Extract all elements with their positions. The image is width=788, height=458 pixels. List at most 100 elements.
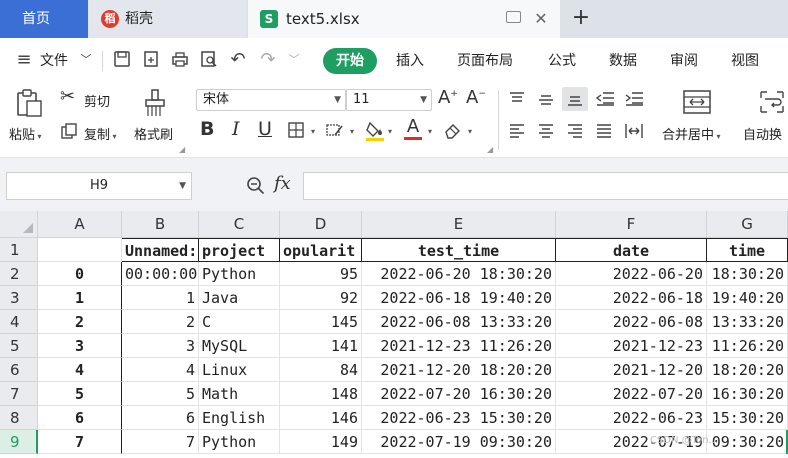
cell-b7[interactable]: 5 [122,382,199,406]
header-cell-f[interactable]: date [556,238,707,262]
cell-g3[interactable]: 19:40:20 [707,286,788,310]
header-cell-e[interactable]: test_time [362,238,556,262]
merge-center-button[interactable]: 合并居中 ▾ [662,124,721,143]
eraser-icon[interactable] [443,121,463,142]
cell-b8[interactable]: 6 [122,406,199,430]
auto-wrap-icon[interactable] [758,89,786,118]
underline-icon[interactable]: U [258,120,272,139]
cell-d3[interactable]: 92 [280,286,362,310]
paste-button[interactable]: 粘贴 ▾ [9,124,42,143]
cell-d4[interactable]: 145 [280,310,362,334]
cell-c3[interactable]: Java [199,286,280,310]
close-tab-icon[interactable]: ✕ [531,0,551,38]
select-all-corner[interactable] [0,211,38,238]
column-header-a[interactable]: A [38,211,122,238]
redo-icon[interactable]: ↷ [258,50,278,70]
merge-center-icon[interactable] [682,89,712,118]
cell-a4[interactable]: 2 [38,310,122,334]
cell-c8[interactable]: English [199,406,280,430]
menu-formula[interactable]: 公式 [548,38,576,84]
menu-review[interactable]: 审阅 [670,38,698,84]
cell-g8[interactable]: 15:30:20 [707,406,788,430]
align-middle-icon[interactable] [537,90,555,111]
cell-d5[interactable]: 141 [280,334,362,358]
tab-home[interactable]: 首页 [0,0,88,38]
format-painter-button[interactable]: 格式刷 [134,124,173,143]
cell-b2[interactable]: 00:00:00 [122,262,199,286]
fill-color-dropdown-icon[interactable]: ▾ [388,128,392,136]
row-header-4[interactable]: 4 [0,310,38,334]
print-preview-icon[interactable] [199,50,219,70]
paste-icon[interactable] [14,88,44,121]
cell-style-dropdown-icon[interactable]: ▾ [350,128,354,136]
row-header-2[interactable]: 2 [0,262,38,286]
fill-color-icon[interactable] [365,120,385,145]
column-header-b[interactable]: B [122,211,199,238]
cell-a6[interactable]: 4 [38,358,122,382]
cell-a3[interactable]: 1 [38,286,122,310]
cell-a2[interactable]: 0 [38,262,122,286]
bold-icon[interactable]: B [200,120,214,139]
format-painter-icon[interactable] [142,88,168,121]
cell-c5[interactable]: MySQL [199,334,280,358]
auto-wrap-button[interactable]: 自动换 [743,124,782,143]
cell-d9[interactable]: 149 [280,430,362,454]
cell-f5[interactable]: 2021-12-23 [556,334,707,358]
row-header-8[interactable]: 8 [0,406,38,430]
align-bottom-icon[interactable] [562,87,588,111]
cell-b6[interactable]: 4 [122,358,199,382]
cell-a7[interactable]: 5 [38,382,122,406]
new-tab-button[interactable]: + [568,0,594,38]
tab-file[interactable]: S text5.xlsx ✕ [248,0,560,38]
cell-b3[interactable]: 1 [122,286,199,310]
header-cell-c[interactable]: project [199,238,280,262]
cell-b9[interactable]: 7 [122,430,199,454]
cell-c2[interactable]: Python [199,262,280,286]
distributed-align-icon[interactable] [624,122,644,143]
cell-g7[interactable]: 16:30:20 [707,382,788,406]
tab-docer[interactable]: 稻 稻壳 [89,0,246,38]
monitor-icon[interactable] [506,11,521,23]
cell-e5[interactable]: 2021-12-23 11:26:20 [362,334,556,358]
cell-f7[interactable]: 2022-07-20 [556,382,707,406]
formula-input[interactable] [303,172,788,200]
header-cell-b[interactable]: Unnamed: [122,238,199,262]
header-cell-d[interactable]: opularit [280,238,362,262]
column-header-g[interactable]: G [707,211,788,238]
row-header-3[interactable]: 3 [0,286,38,310]
cell-c4[interactable]: C [199,310,280,334]
align-top-icon[interactable] [508,90,526,111]
row-header-1[interactable]: 1 [0,238,38,262]
font-color-icon[interactable]: A [404,118,422,140]
cell-c7[interactable]: Math [199,382,280,406]
cell-e3[interactable]: 2022-06-18 19:40:20 [362,286,556,310]
spreadsheet-grid[interactable]: A B C D E F G 1 2 3 4 5 6 7 8 9 Unnamed: project opularit t… [0,211,788,458]
italic-icon[interactable]: I [232,120,240,139]
menu-page-layout[interactable]: 页面布局 [457,38,513,84]
cell-e6[interactable]: 2021-12-20 18:20:20 [362,358,556,382]
cell-f6[interactable]: 2021-12-20 [556,358,707,382]
cell-b5[interactable]: 3 [122,334,199,358]
align-center-icon[interactable] [537,122,555,143]
borders-dropdown-icon[interactable]: ▾ [311,128,315,136]
clipboard-group-expand-icon[interactable]: ◢ [179,146,185,154]
cell-d7[interactable]: 148 [280,382,362,406]
cell-e4[interactable]: 2022-06-08 13:33:20 [362,310,556,334]
cut-button[interactable]: 剪切 [84,91,110,110]
undo-icon[interactable]: ↶ [228,50,248,70]
cell-d2[interactable]: 95 [280,262,362,286]
redo-dropdown-icon[interactable]: ﹀ [284,50,304,70]
cell-g4[interactable]: 13:33:20 [707,310,788,334]
increase-indent-icon[interactable] [624,90,644,111]
font-name-select[interactable]: 宋体 ▼ [196,89,346,111]
header-cell-g[interactable]: time [707,238,788,262]
cell-a1[interactable] [38,238,122,262]
cell-f2[interactable]: 2022-06-20 [556,262,707,286]
fx-icon[interactable]: fx [274,175,291,193]
cell-e8[interactable]: 2022-06-23 15:30:20 [362,406,556,430]
decrease-indent-icon[interactable] [595,90,615,111]
copy-button[interactable]: 复制 ▾ [84,124,117,143]
copy-icon[interactable] [60,122,78,143]
zoom-formula-icon[interactable] [246,176,266,199]
name-box[interactable]: H9 ▼ [6,172,192,200]
